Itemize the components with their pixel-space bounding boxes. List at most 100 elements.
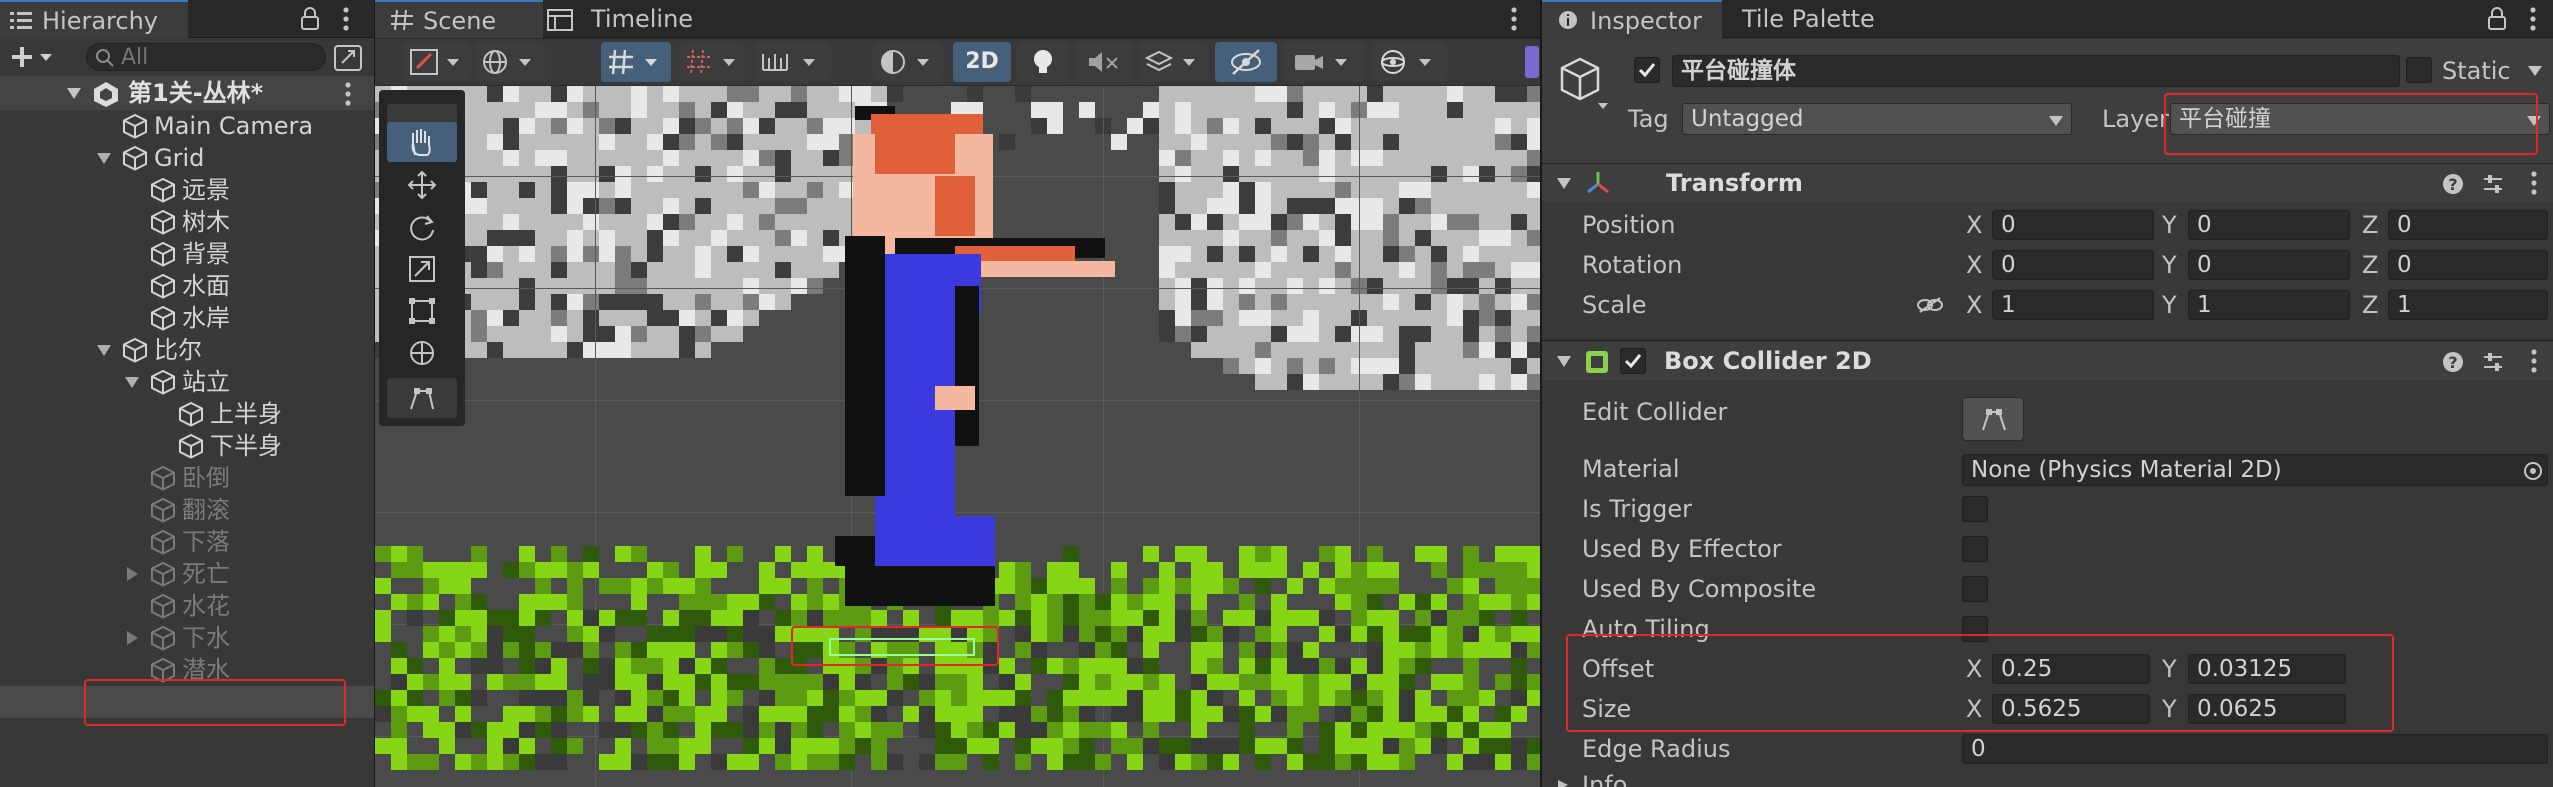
rotation-x-field[interactable]: 0	[1992, 250, 2154, 280]
box-collider-header[interactable]: Box Collider 2D ?	[1542, 342, 2553, 380]
expand-arrow-icon[interactable]	[96, 342, 112, 358]
increment-snap-button[interactable]	[679, 42, 745, 82]
material-field[interactable]: None (Physics Material 2D)	[1962, 454, 2548, 486]
help-icon[interactable]: ?	[2442, 351, 2464, 373]
scene-root-row[interactable]: 第1关-丛林*	[0, 76, 374, 110]
info-expand-icon[interactable]	[1556, 779, 1570, 787]
transform-more-icon[interactable]	[2530, 170, 2538, 196]
hierarchy-item[interactable]: 树木	[0, 206, 374, 238]
lock-icon[interactable]	[300, 7, 320, 31]
move-tool-button[interactable]	[387, 166, 457, 204]
position-z-field[interactable]: 0	[2388, 210, 2548, 240]
hierarchy-search-input[interactable]	[121, 44, 311, 70]
rotation-y-field[interactable]: 0	[2188, 250, 2350, 280]
inspector-more-icon[interactable]	[2529, 6, 2537, 32]
ruler-button[interactable]	[755, 42, 831, 82]
hierarchy-item[interactable]: Grid	[0, 142, 374, 174]
tab-tile-palette[interactable]: Tile Palette	[1728, 0, 1928, 38]
transform-tool-button[interactable]	[387, 334, 457, 372]
scale-z-field[interactable]: 1	[2388, 290, 2548, 320]
gizmos-button[interactable]	[1373, 42, 1447, 82]
hierarchy-item[interactable]: 水岸	[0, 302, 374, 334]
more-menu-icon[interactable]	[342, 6, 350, 32]
expand-arrow-icon[interactable]	[124, 374, 140, 390]
edit-collider-tool-button[interactable]	[387, 378, 457, 418]
inspector-lock-icon[interactable]	[2487, 7, 2507, 31]
hierarchy-item[interactable]: 站立	[0, 366, 374, 398]
active-checkbox[interactable]	[1634, 57, 1660, 83]
create-button[interactable]	[10, 43, 60, 71]
effects-button[interactable]	[1139, 42, 1209, 82]
scene-toolbar-overflow[interactable]	[1525, 46, 1539, 78]
scale-y-field[interactable]: 1	[2188, 290, 2350, 320]
scale-x-field[interactable]: 1	[1992, 290, 2154, 320]
static-checkbox[interactable]	[2406, 57, 2432, 83]
scene-more-icon[interactable]	[1510, 6, 1518, 32]
hierarchy-item[interactable]: 下水	[0, 622, 374, 654]
transform-collapse-icon[interactable]	[1556, 176, 1572, 190]
edit-collider-button[interactable]	[1962, 397, 2024, 441]
position-x-field[interactable]: 0	[1992, 210, 2154, 240]
scene-visibility-icon[interactable]	[334, 45, 362, 71]
static-dropdown-icon[interactable]	[2527, 65, 2543, 77]
hierarchy-item-label: Grid	[154, 144, 205, 172]
rotate-tool-button[interactable]	[387, 208, 457, 246]
hierarchy-item[interactable]: 卧倒	[0, 462, 374, 494]
scale-tool-button[interactable]	[387, 250, 457, 288]
position-y-field[interactable]: 0	[2188, 210, 2350, 240]
transform-header[interactable]: Transform ?	[1542, 164, 2553, 202]
hierarchy-item[interactable]: 水面	[0, 270, 374, 302]
draw-mode-button[interactable]	[403, 42, 471, 82]
hierarchy-item[interactable]: 下落	[0, 526, 374, 558]
hierarchy-item[interactable]: 远景	[0, 174, 374, 206]
gameobject-cube-icon	[123, 113, 147, 139]
hierarchy-item[interactable]: 上半身	[0, 398, 374, 430]
scene-menu-icon[interactable]	[344, 81, 352, 107]
constrain-proportions-icon[interactable]	[1916, 296, 1944, 314]
used-by-composite-checkbox[interactable]	[1962, 576, 1988, 602]
object-picker-icon[interactable]	[2522, 460, 2544, 482]
position-x-axis-label: X	[1966, 211, 1983, 239]
tag-dropdown[interactable]: Untagged	[1682, 103, 2072, 135]
shading-mode-button[interactable]	[873, 42, 943, 82]
preset-settings-icon[interactable]	[2482, 173, 2504, 195]
hierarchy-item[interactable]: 下半身	[0, 430, 374, 462]
toggle-2d-button[interactable]: 2D	[953, 42, 1011, 82]
edge-radius-field[interactable]: 0	[1962, 734, 2548, 764]
collapsed-arrow-icon[interactable]	[124, 566, 140, 582]
scene-visibility-button[interactable]	[1215, 42, 1277, 82]
rotation-z-field[interactable]: 0	[2388, 250, 2548, 280]
is-trigger-checkbox[interactable]	[1962, 496, 1988, 522]
hierarchy-search-box[interactable]	[86, 43, 326, 71]
grid-snap-button[interactable]	[601, 42, 671, 82]
lightbulb-icon	[1034, 50, 1052, 73]
box-collider-more-icon[interactable]	[2530, 348, 2538, 374]
hierarchy-panel: Hierarchy All 第1关-丛林* Main Camera Grid 远…	[0, 0, 374, 787]
hierarchy-item[interactable]: 死亡	[0, 558, 374, 590]
camera-button[interactable]	[1283, 42, 1365, 82]
gameobject-cube-icon	[151, 497, 175, 523]
global-local-button[interactable]	[475, 42, 545, 82]
collapsed-arrow-icon[interactable]	[124, 630, 140, 646]
box-collider-collapse-icon[interactable]	[1556, 354, 1572, 368]
hierarchy-item[interactable]: Main Camera	[0, 110, 374, 142]
audio-toggle-button[interactable]	[1075, 42, 1133, 82]
hand-tool-button[interactable]	[387, 122, 457, 162]
lighting-toggle-button[interactable]	[1017, 42, 1069, 82]
hierarchy-item[interactable]: 背景	[0, 238, 374, 270]
box-collider-enabled-checkbox[interactable]	[1620, 348, 1646, 374]
scene-viewport[interactable]	[375, 86, 1540, 787]
hidden-eye-icon	[1231, 49, 1261, 75]
draw-mode-icon	[410, 49, 459, 75]
rect-tool-button[interactable]	[387, 292, 457, 330]
help-icon[interactable]: ?	[2442, 173, 2464, 195]
hierarchy-item[interactable]: 水花	[0, 590, 374, 622]
object-name-field[interactable]: 平台碰撞体	[1672, 55, 2400, 87]
used-by-effector-checkbox[interactable]	[1962, 536, 1988, 562]
expand-arrow-icon[interactable]	[66, 86, 82, 100]
preset-settings-icon[interactable]	[2482, 351, 2504, 373]
tab-inspector-label: Inspector	[1590, 7, 1702, 35]
hierarchy-item[interactable]: 翻滚	[0, 494, 374, 526]
hierarchy-item[interactable]: 比尔	[0, 334, 374, 366]
expand-arrow-icon[interactable]	[96, 150, 112, 166]
